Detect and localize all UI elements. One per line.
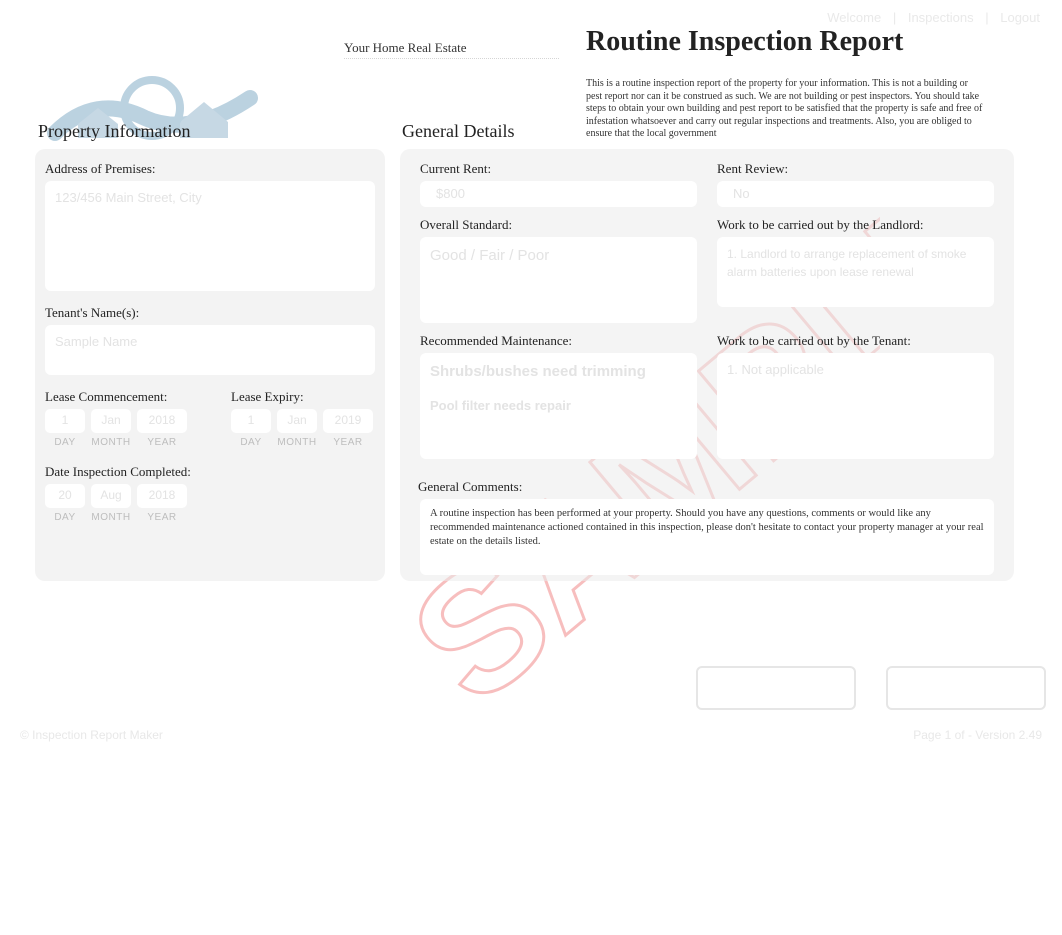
maint-value-1: Shrubs/bushes need trimming (430, 361, 687, 383)
address-label: Address of Premises: (45, 161, 375, 177)
overall-standard-value: Good / Fair / Poor (430, 247, 549, 264)
lease-comm-year: 2018 (137, 409, 187, 433)
nav-inspections[interactable]: Inspections (908, 10, 974, 25)
signature-row (0, 666, 1062, 710)
overall-standard-box: Good / Fair / Poor (420, 237, 697, 323)
insp-year: 2018 (137, 484, 187, 508)
footer-copyright: © Inspection Report Maker (20, 728, 163, 742)
agency-name: Your Home Real Estate (344, 40, 467, 56)
tenant-label: Tenant's Name(s): (45, 305, 375, 321)
general-comments-box: A routine inspection has been performed … (420, 499, 994, 575)
lease-exp-month: Jan (277, 409, 317, 433)
rent-review-box: No (717, 181, 994, 207)
general-section-title: General Details (402, 121, 514, 142)
landlord-work-box: 1. Landlord to arrange replacement of sm… (717, 237, 994, 307)
insp-month: Aug (91, 484, 131, 508)
nav-logout[interactable]: Logout (1000, 10, 1040, 25)
general-comments-label: General Comments: (418, 479, 994, 495)
property-panel: Address of Premises: 123/456 Main Street… (35, 149, 385, 581)
recommended-maintenance-label: Recommended Maintenance: (420, 333, 697, 349)
lease-expiry-label: Lease Expiry: (231, 389, 373, 405)
disclaimer-text: This is a routine inspection report of t… (586, 78, 986, 141)
lease-comm-day: 1 (45, 409, 85, 433)
current-rent-value: $800 (436, 186, 465, 201)
lease-commencement-label: Lease Commencement: (45, 389, 187, 405)
rent-review-label: Rent Review: (717, 161, 994, 177)
tenant-work-box: 1. Not applicable (717, 353, 994, 459)
dmy-year: YEAR (137, 437, 187, 448)
address-value: 123/456 Main Street, City (55, 189, 365, 208)
footer-page-info: Page 1 of - Version 2.49 (913, 728, 1042, 742)
tenant-work-value: 1. Not applicable (727, 362, 824, 377)
tenant-value: Sample Name (55, 333, 365, 352)
landlord-work-label: Work to be carried out by the Landlord: (717, 217, 994, 233)
top-nav: Welcome | Inspections | Logout (823, 10, 1044, 25)
nav-welcome[interactable]: Welcome (827, 10, 881, 25)
page-title: Routine Inspection Report (586, 26, 903, 58)
general-panel: Current Rent: $800 Rent Review: No Overa… (400, 149, 1014, 581)
dmy-day: DAY (45, 437, 85, 448)
lease-comm-month: Jan (91, 409, 131, 433)
insp-day: 20 (45, 484, 85, 508)
maint-value-2: Pool filter needs repair (430, 397, 687, 416)
tenant-box: Sample Name (45, 325, 375, 375)
current-rent-label: Current Rent: (420, 161, 697, 177)
general-comments-value: A routine inspection has been performed … (430, 508, 984, 547)
landlord-work-value: 1. Landlord to arrange replacement of sm… (727, 247, 966, 279)
lease-exp-year: 2019 (323, 409, 373, 433)
address-box: 123/456 Main Street, City (45, 181, 375, 291)
property-section-title: Property Information (38, 121, 190, 142)
dmy-month: MONTH (91, 437, 131, 448)
signature-box-1 (696, 666, 856, 710)
inspection-date-label: Date Inspection Completed: (45, 464, 375, 480)
current-rent-box: $800 (420, 181, 697, 207)
signature-box-2 (886, 666, 1046, 710)
overall-standard-label: Overall Standard: (420, 217, 697, 233)
agency-underline (344, 58, 559, 59)
lease-exp-day: 1 (231, 409, 271, 433)
recommended-maintenance-box: Shrubs/bushes need trimming Pool filter … (420, 353, 697, 459)
tenant-work-label: Work to be carried out by the Tenant: (717, 333, 994, 349)
rent-review-value: No (733, 186, 750, 201)
